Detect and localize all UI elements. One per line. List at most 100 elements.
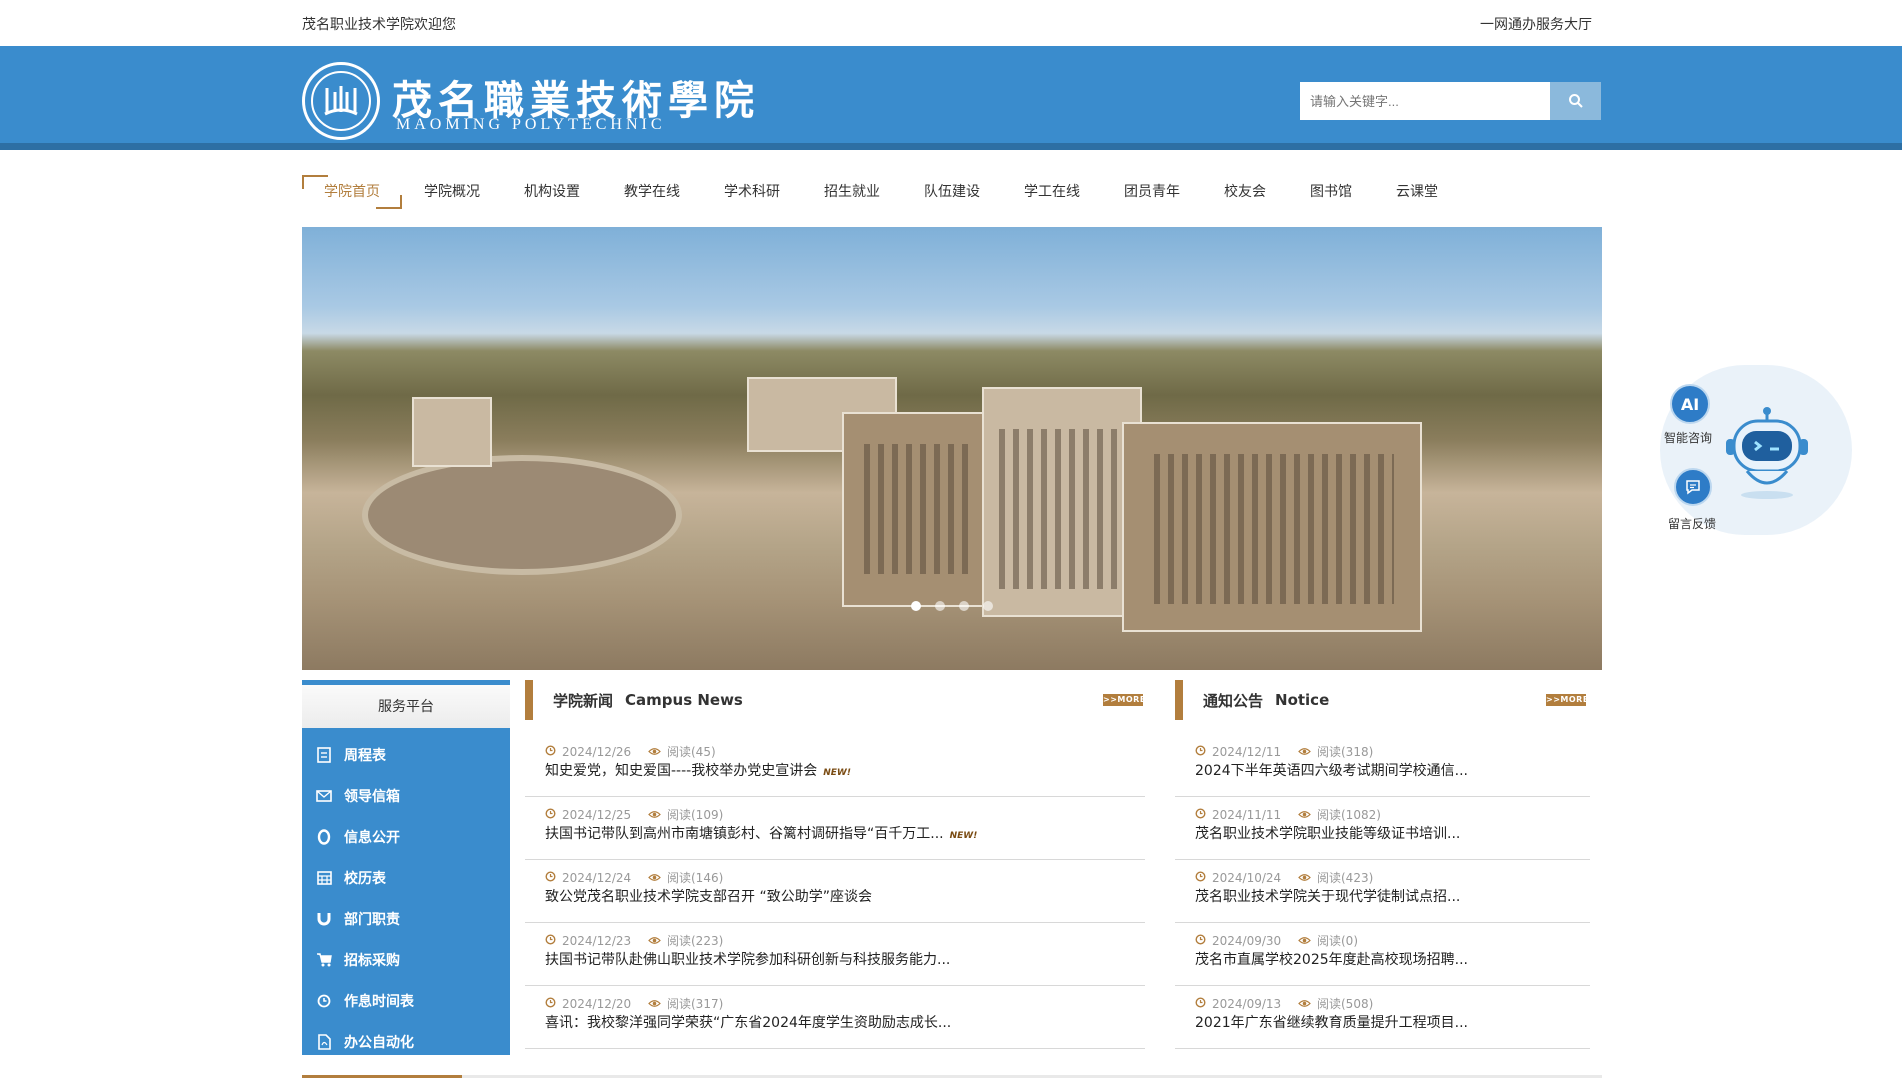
ai-consult-label[interactable]: 智能咨询 <box>1664 429 1712 446</box>
feedback-button[interactable] <box>1674 468 1712 506</box>
eye-icon <box>648 808 661 822</box>
banner-building <box>412 397 492 467</box>
site-header: 茂名職業技術學院 MAOMING POLYTECHNIC <box>0 46 1902 150</box>
news-headline[interactable]: 喜讯：我校黎洋强同学荣获“广东省2024年度学生资助励志成长... <box>545 1012 1145 1032</box>
banner-dot[interactable] <box>911 601 921 611</box>
nav-item-teaching[interactable]: 教学在线 <box>602 175 702 209</box>
news-title[interactable]: 致公党茂名职业技术学院支部召开 “致公助学”座谈会 <box>545 889 872 905</box>
eye-icon <box>1298 997 1311 1011</box>
main-nav: 学院首页 学院概况 机构设置 教学在线 学术科研 招生就业 队伍建设 学工在线 … <box>302 175 1460 209</box>
new-badge: NEW! <box>949 831 978 841</box>
news-headline[interactable]: 扶国书记带队到高州市南塘镇彭村、谷篱村调研指导“百千万工... NEW! <box>545 823 1145 843</box>
notice-item[interactable]: 2024/09/30 阅读(0) 茂名市直属学校2025年度赴高校现场招聘... <box>1175 923 1590 986</box>
nav-item-alumni[interactable]: 校友会 <box>1202 175 1288 209</box>
clock-icon <box>316 993 332 1009</box>
new-badge: NEW! <box>823 768 851 778</box>
pdf-doc-icon <box>316 1033 332 1050</box>
header-bottom-stripe <box>0 143 1902 150</box>
service-item-procurement[interactable]: 招标采购 <box>302 939 510 980</box>
clock-icon <box>545 807 556 822</box>
nav-item-home[interactable]: 学院首页 <box>302 175 402 209</box>
news-item[interactable]: 2024/12/20 阅读(317) 喜讯：我校黎洋强同学荣获“广东省2024年… <box>525 986 1145 1049</box>
nav-item-research[interactable]: 学术科研 <box>702 175 802 209</box>
notice-headline[interactable]: 茂名市直属学校2025年度赴高校现场招聘... <box>1195 949 1590 969</box>
clock-icon <box>1195 744 1206 759</box>
news-date: 2024/12/24 <box>562 870 632 885</box>
service-item-label: 部门职责 <box>344 911 400 928</box>
school-seal-logo[interactable] <box>302 62 380 140</box>
campus-news-title-cn: 学院新闻 <box>553 691 614 710</box>
magnet-icon <box>316 911 332 927</box>
eye-icon <box>648 997 661 1011</box>
notice-headline[interactable]: 2021年广东省继续教育质量提升工程项目... <box>1195 1012 1590 1032</box>
notice-headline[interactable]: 茂名职业技术学院职业技能等级证书培训... <box>1195 823 1590 843</box>
bottom-divider-accent <box>302 1075 462 1078</box>
service-item-school-calendar[interactable]: 校历表 <box>302 857 510 898</box>
news-views: 阅读(146) <box>667 871 724 885</box>
notice-item[interactable]: 2024/11/11 阅读(1082) 茂名职业技术学院职业技能等级证书培训..… <box>1175 797 1590 860</box>
notice-views: 阅读(0) <box>1317 934 1358 948</box>
service-item-weekly-schedule[interactable]: 周程表 <box>302 734 510 775</box>
nav-item-faculty[interactable]: 队伍建设 <box>902 175 1002 209</box>
news-headline[interactable]: 致公党茂名职业技术学院支部召开 “致公助学”座谈会 <box>545 886 1145 906</box>
service-hall-link[interactable]: 一网通办服务大厅 <box>1480 14 1592 34</box>
ai-consult-button[interactable]: AI <box>1670 384 1710 424</box>
nav-item-admissions[interactable]: 招生就业 <box>802 175 902 209</box>
banner-building <box>982 387 1142 617</box>
nav-item-cloud-class[interactable]: 云课堂 <box>1374 175 1460 209</box>
top-bar: 茂名职业技术学院欢迎您 一网通办服务大厅 <box>0 0 1902 46</box>
feedback-label[interactable]: 留言反馈 <box>1668 515 1716 532</box>
nav-item-departments[interactable]: 机构设置 <box>502 175 602 209</box>
news-title[interactable]: 扶国书记带队到高州市南塘镇彭村、谷篱村调研指导“百千万工... <box>545 826 944 842</box>
notice-item[interactable]: 2024/09/13 阅读(508) 2021年广东省继续教育质量提升工程项目.… <box>1175 986 1590 1049</box>
clock-icon <box>1195 870 1206 885</box>
banner-dot[interactable] <box>983 601 993 611</box>
eye-icon <box>1298 745 1311 759</box>
search-button[interactable] <box>1550 82 1601 120</box>
service-item-info-disclosure[interactable]: 信息公开 <box>302 816 510 857</box>
service-item-label: 周程表 <box>344 747 386 764</box>
notice-item[interactable]: 2024/12/11 阅读(318) 2024下半年英语四六级考试期间学校通信.… <box>1175 734 1590 797</box>
circle-o-icon <box>316 828 332 845</box>
service-item-timetable[interactable]: 作息时间表 <box>302 980 510 1021</box>
notice-date: 2024/12/11 <box>1212 744 1282 759</box>
notice-meta: 2024/10/24 阅读(423) <box>1195 860 1590 886</box>
news-item[interactable]: 2024/12/23 阅读(223) 扶国书记带队赴佛山职业技术学院参加科研创新… <box>525 923 1145 986</box>
school-name-en: MAOMING POLYTECHNIC <box>396 116 666 133</box>
news-headline[interactable]: 知史爱党，知史爱国----我校举办党史宣讲会 NEW! <box>545 760 1145 780</box>
nav-item-youth-league[interactable]: 团员青年 <box>1102 175 1202 209</box>
banner-dot[interactable] <box>935 601 945 611</box>
news-item[interactable]: 2024/12/26 阅读(45) 知史爱党，知史爱国----我校举办党史宣讲会… <box>525 734 1145 797</box>
notice-meta: 2024/09/30 阅读(0) <box>1195 923 1590 949</box>
campus-banner-image[interactable] <box>302 227 1602 670</box>
news-item[interactable]: 2024/12/25 阅读(109) 扶国书记带队到高州市南塘镇彭村、谷篱村调研… <box>525 797 1145 860</box>
notice-item[interactable]: 2024/10/24 阅读(423) 茂名职业技术学院关于现代学徒制试点招... <box>1175 860 1590 923</box>
news-views: 阅读(45) <box>667 745 716 759</box>
nav-item-overview[interactable]: 学院概况 <box>402 175 502 209</box>
campus-news-more-link[interactable]: >>MORE <box>1103 694 1145 706</box>
news-date: 2024/12/25 <box>562 807 632 822</box>
search-input[interactable] <box>1300 82 1550 120</box>
service-item-office-automation[interactable]: 办公自动化 <box>302 1021 510 1062</box>
notice-headline[interactable]: 茂名职业技术学院关于现代学徒制试点招... <box>1195 886 1590 906</box>
campus-news-section: 学院新闻 Campus News >>MORE 2024/12/26 阅读(45… <box>525 680 1145 1049</box>
banner-dot[interactable] <box>959 601 969 611</box>
news-title[interactable]: 扶国书记带队赴佛山职业技术学院参加科研创新与科技服务能力... <box>545 952 950 968</box>
nav-item-library[interactable]: 图书馆 <box>1288 175 1374 209</box>
notice-headline[interactable]: 2024下半年英语四六级考试期间学校通信... <box>1195 760 1590 780</box>
notice-more-link[interactable]: >>MORE <box>1546 694 1588 706</box>
news-views: 阅读(109) <box>667 808 724 822</box>
robot-mascot-icon[interactable] <box>1722 405 1812 501</box>
news-item[interactable]: 2024/12/24 阅读(146) 致公党茂名职业技术学院支部召开 “致公助学… <box>525 860 1145 923</box>
news-title[interactable]: 知史爱党，知史爱国----我校举办党史宣讲会 <box>545 763 817 779</box>
nav-item-student-affairs[interactable]: 学工在线 <box>1002 175 1102 209</box>
service-item-leader-mailbox[interactable]: 领导信箱 <box>302 775 510 816</box>
ai-icon: AI <box>1680 394 1700 414</box>
notice-date: 2024/09/13 <box>1212 996 1282 1011</box>
notice-list: 2024/12/11 阅读(318) 2024下半年英语四六级考试期间学校通信.… <box>1175 734 1590 1049</box>
service-item-dept-duties[interactable]: 部门职责 <box>302 898 510 939</box>
notice-date: 2024/09/30 <box>1212 933 1282 948</box>
news-title[interactable]: 喜讯：我校黎洋强同学荣获“广东省2024年度学生资助励志成长... <box>545 1015 951 1031</box>
news-headline[interactable]: 扶国书记带队赴佛山职业技术学院参加科研创新与科技服务能力... <box>545 949 1145 969</box>
bottom-divider <box>302 1075 1602 1078</box>
